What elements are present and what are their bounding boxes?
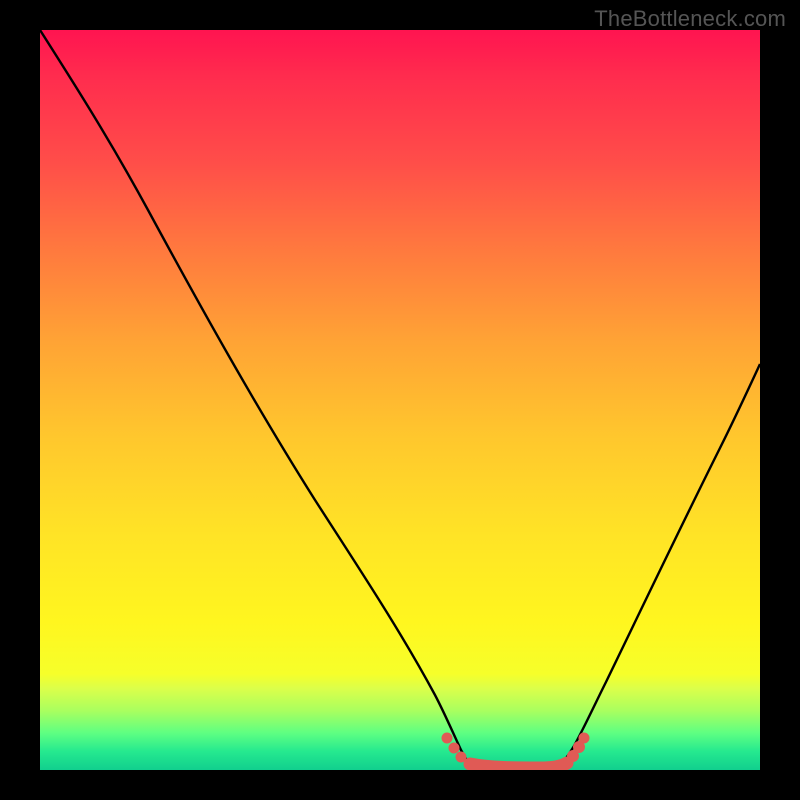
chart-stage: TheBottleneck.com bbox=[0, 0, 800, 800]
curve-layer bbox=[40, 30, 760, 770]
bottleneck-curve bbox=[40, 30, 760, 770]
dot-band bbox=[442, 733, 589, 768]
watermark-text: TheBottleneck.com bbox=[594, 6, 786, 32]
plot-area bbox=[40, 30, 760, 770]
